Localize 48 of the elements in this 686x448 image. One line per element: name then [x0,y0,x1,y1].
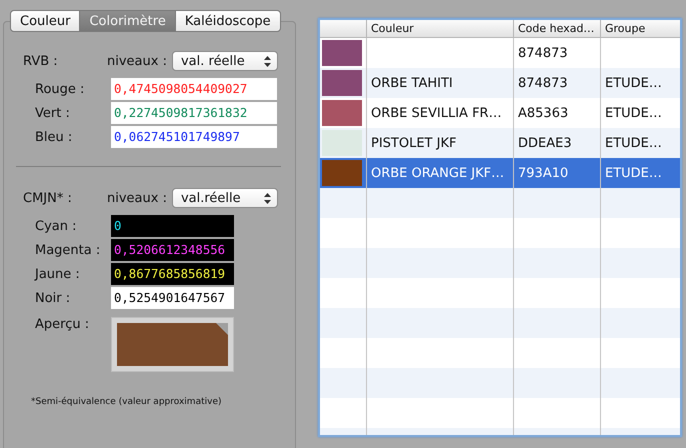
field-label: Noir : [35,290,72,306]
tab[interactable]: Kaléidoscope [174,10,281,32]
field-label: Aperçu : [35,317,90,332]
table-cell: ETUDE… [605,166,662,180]
value-field[interactable]: 0,2274509817361832 [111,102,277,124]
table-cell: ORBE TAHITI [371,76,453,90]
stepper-arrows-icon [264,56,271,66]
section-label: CMJN* : [23,190,73,206]
field-label: Rouge : [35,82,86,96]
table-row[interactable]: PISTOLET JKF DDEAE3 ETUDE… [320,128,680,158]
table-cell: ORBE SEVILLIA FR… [371,106,502,120]
value-field[interactable]: 0,5254901647567 [111,287,234,309]
table-cell: DDEAE3 [518,136,572,150]
value-field[interactable]: 0,062745101749897 [111,126,277,148]
field-label: Jaune : [35,266,81,282]
column-header[interactable]: Code hexad… [513,20,600,37]
table-row[interactable]: ORBE TAHITI 874873 ETUDE… [320,68,680,98]
value-field[interactable]: 0,5206612348556 [111,239,234,261]
column-header[interactable]: Couleur [366,20,513,37]
levels-label: niveaux : [107,190,167,206]
table-cell: ORBE ORANGE JKF… [371,166,504,180]
table-cell: ETUDE… [605,106,662,120]
field-label: Bleu : [35,130,74,144]
table-cell: 793A10 [518,166,568,180]
levels-popup[interactable]: val. réelle [172,51,278,71]
section-label: RVB : [23,54,59,68]
table-cell: ETUDE… [605,76,662,90]
tab[interactable]: Couleur [10,10,80,32]
value-field[interactable]: 0,4745098054409027 [111,78,277,100]
field-label: Magenta : [35,242,102,258]
field-label: Vert : [35,106,71,120]
table-cell: A85363 [518,106,568,120]
page-curl-icon [216,323,228,335]
levels-popup[interactable]: val.réelle [172,188,278,208]
field-label: Cyan : [35,218,78,234]
table-cell: 874873 [518,76,568,90]
table-cell: PISTOLET JKF [371,136,456,150]
table-row[interactable]: ORBE SEVILLIA FR… A85363 ETUDE… [320,98,680,128]
table-cell: ETUDE… [605,136,662,150]
column-header[interactable]: Groupe [600,20,680,37]
stepper-arrows-icon [264,192,271,204]
table-row[interactable]: ORBE ORANGE JKF… 793A10 ETUDE… [320,158,680,188]
value-field[interactable]: 0,8677685856819 [111,263,234,285]
table-cell: 874873 [518,46,568,60]
levels-label: niveaux : [107,54,167,68]
footnote: *Semi-équivalence (valeur approximative) [31,397,222,407]
value-field[interactable]: 0 [111,215,234,237]
table-row[interactable]: 874873 [320,38,680,68]
